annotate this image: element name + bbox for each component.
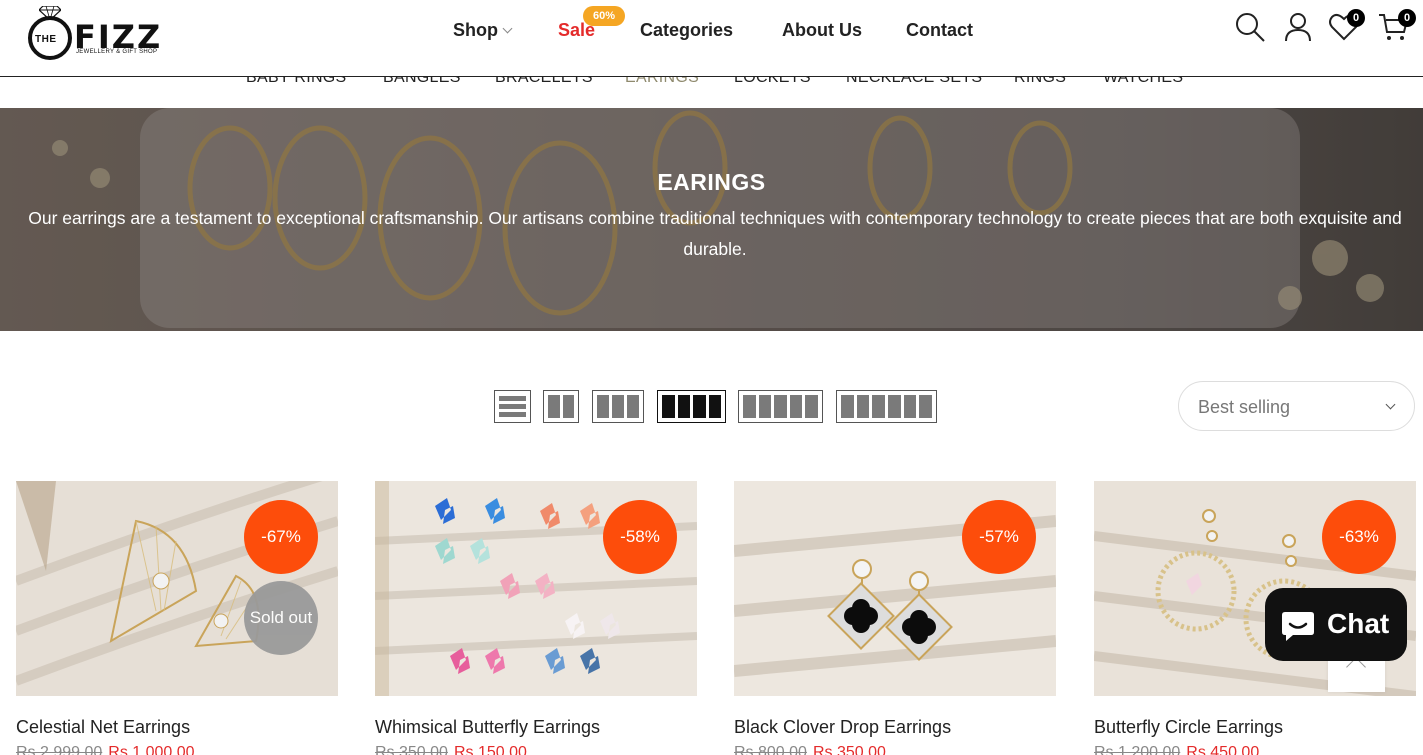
collection-title: EARINGS	[657, 169, 766, 195]
sale-badge: 60%	[583, 6, 625, 26]
cart-count: 0	[1398, 9, 1416, 27]
site-header: THE FIZZ JEWELLERY & GIFT SHOP Shop Sale…	[0, 0, 1423, 77]
wishlist-count: 0	[1347, 9, 1365, 27]
grid-2-icon-bar	[562, 395, 574, 418]
sold-out-badge: Sold out	[244, 581, 318, 655]
logo-tagline: JEWELLERY & GIFT SHOP	[76, 49, 158, 55]
grid-3-icon-bar	[627, 395, 639, 418]
grid-4-button[interactable]	[657, 390, 726, 423]
nav-about[interactable]: About Us	[782, 20, 862, 41]
price-sale: Rs.150.00	[453, 744, 527, 755]
product-card[interactable]: -57% Black Clover Drop Earrings Rs.800.0…	[734, 481, 1056, 755]
grid-6-icon-bar	[856, 395, 870, 418]
grid-5-icon-bar	[774, 395, 787, 418]
nav-shop-label: Shop	[453, 20, 498, 40]
account-button[interactable]	[1281, 10, 1315, 44]
chat-bubble-icon	[1282, 612, 1314, 641]
logo-the: THE	[35, 34, 57, 45]
grid-5-icon-bar	[805, 395, 818, 418]
discount-badge: -63%	[1322, 500, 1396, 574]
product-price: Rs.1,200.00 Rs.450.00	[1094, 744, 1416, 755]
price-original: Rs.800.00	[734, 744, 807, 755]
price-original: Rs.350.00	[375, 744, 448, 755]
nav-contact[interactable]: Contact	[906, 20, 973, 41]
grid-6-icon	[841, 395, 854, 418]
sort-select[interactable]: Best selling	[1178, 381, 1415, 431]
discount-badge: -58%	[603, 500, 677, 574]
grid-6-icon-bar	[888, 395, 901, 418]
grid-5-icon-bar	[758, 395, 772, 418]
logo[interactable]: THE FIZZ JEWELLERY & GIFT SHOP	[26, 4, 176, 64]
sort-selected-value: Best selling	[1198, 397, 1291, 417]
nav-shop[interactable]: Shop	[453, 20, 513, 41]
grid-6-icon-bar	[872, 395, 886, 418]
grid-5-icon-bar	[789, 395, 803, 418]
user-icon	[1285, 13, 1311, 42]
price-original: Rs.1,200.00	[1094, 744, 1181, 755]
grid-6-icon-bar	[919, 395, 933, 418]
collection-description: Our earrings are a testament to exceptio…	[28, 208, 1402, 259]
collection-banner: EARINGS Our earrings are a testament to …	[0, 108, 1423, 331]
list-view-icon-bar	[499, 412, 526, 417]
grid-2-button[interactable]	[543, 390, 579, 423]
grid-6-icon-bar	[903, 395, 917, 418]
grid-4-icon-bar	[708, 395, 721, 418]
product-title[interactable]: Black Clover Drop Earrings	[734, 717, 1056, 738]
price-sale: Rs.1,000.00	[108, 744, 195, 755]
product-image[interactable]: -67% Sold out	[16, 481, 338, 696]
product-price: Rs.350.00 Rs.150.00	[375, 744, 697, 755]
chat-button[interactable]: Chat	[1265, 588, 1407, 661]
chevron-down-icon	[1385, 399, 1396, 410]
product-title[interactable]: Celestial Net Earrings	[16, 717, 338, 738]
grid-3-icon	[597, 395, 609, 418]
grid-3-icon-bar	[612, 395, 624, 418]
product-title[interactable]: Butterfly Circle Earrings	[1094, 717, 1416, 738]
product-image[interactable]: -57%	[734, 481, 1056, 696]
chevron-down-icon	[502, 23, 513, 34]
price-sale: Rs.450.00	[1186, 744, 1260, 755]
chat-label: Chat	[1327, 608, 1390, 639]
product-price: Rs.2,999.00 Rs.1,000.00	[16, 744, 338, 755]
grid-2-icon	[548, 395, 560, 418]
nav-categories[interactable]: Categories	[640, 20, 733, 41]
discount-badge: -57%	[962, 500, 1036, 574]
product-price: Rs.800.00 Rs.350.00	[734, 744, 1056, 755]
grid-5-icon	[743, 395, 756, 418]
grid-4-icon	[662, 395, 675, 418]
list-view-icon-bar	[499, 404, 526, 409]
list-view-button[interactable]	[494, 390, 531, 423]
product-card[interactable]: -58% Whimsical Butterfly Earrings Rs.350…	[375, 481, 697, 755]
grid-4-icon-bar	[693, 395, 706, 418]
search-icon	[1236, 13, 1265, 42]
price-original: Rs.2,999.00	[16, 744, 103, 755]
grid-3-button[interactable]	[592, 390, 644, 423]
grid-4-icon-bar	[677, 395, 690, 418]
search-button[interactable]	[1233, 10, 1267, 44]
discount-badge: -67%	[244, 500, 318, 574]
price-sale: Rs.350.00	[812, 744, 886, 755]
product-title[interactable]: Whimsical Butterfly Earrings	[375, 717, 697, 738]
product-card[interactable]: -67% Sold out Celestial Net Earrings Rs.…	[16, 481, 338, 755]
product-image[interactable]: -58%	[375, 481, 697, 696]
list-view-icon	[499, 396, 526, 401]
grid-5-button[interactable]	[738, 390, 823, 423]
grid-6-button[interactable]	[836, 390, 937, 423]
